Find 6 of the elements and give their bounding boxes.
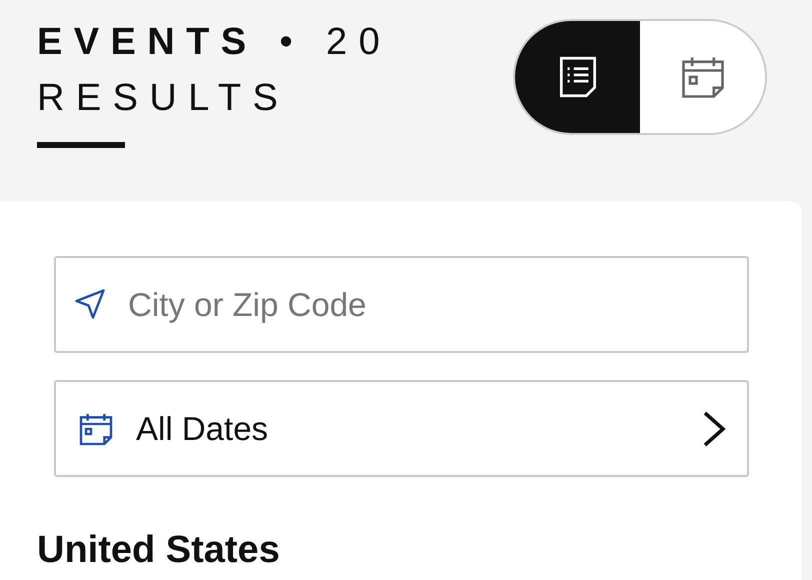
section-heading: United States (37, 528, 281, 573)
location-field[interactable]: City or Zip Code (54, 256, 749, 353)
list-view-button[interactable] (515, 21, 640, 133)
date-filter-button[interactable]: All Dates (54, 380, 749, 477)
results-heading: EVENTS • 20 RESULTS (37, 20, 392, 121)
chevron-right-icon (701, 408, 727, 448)
